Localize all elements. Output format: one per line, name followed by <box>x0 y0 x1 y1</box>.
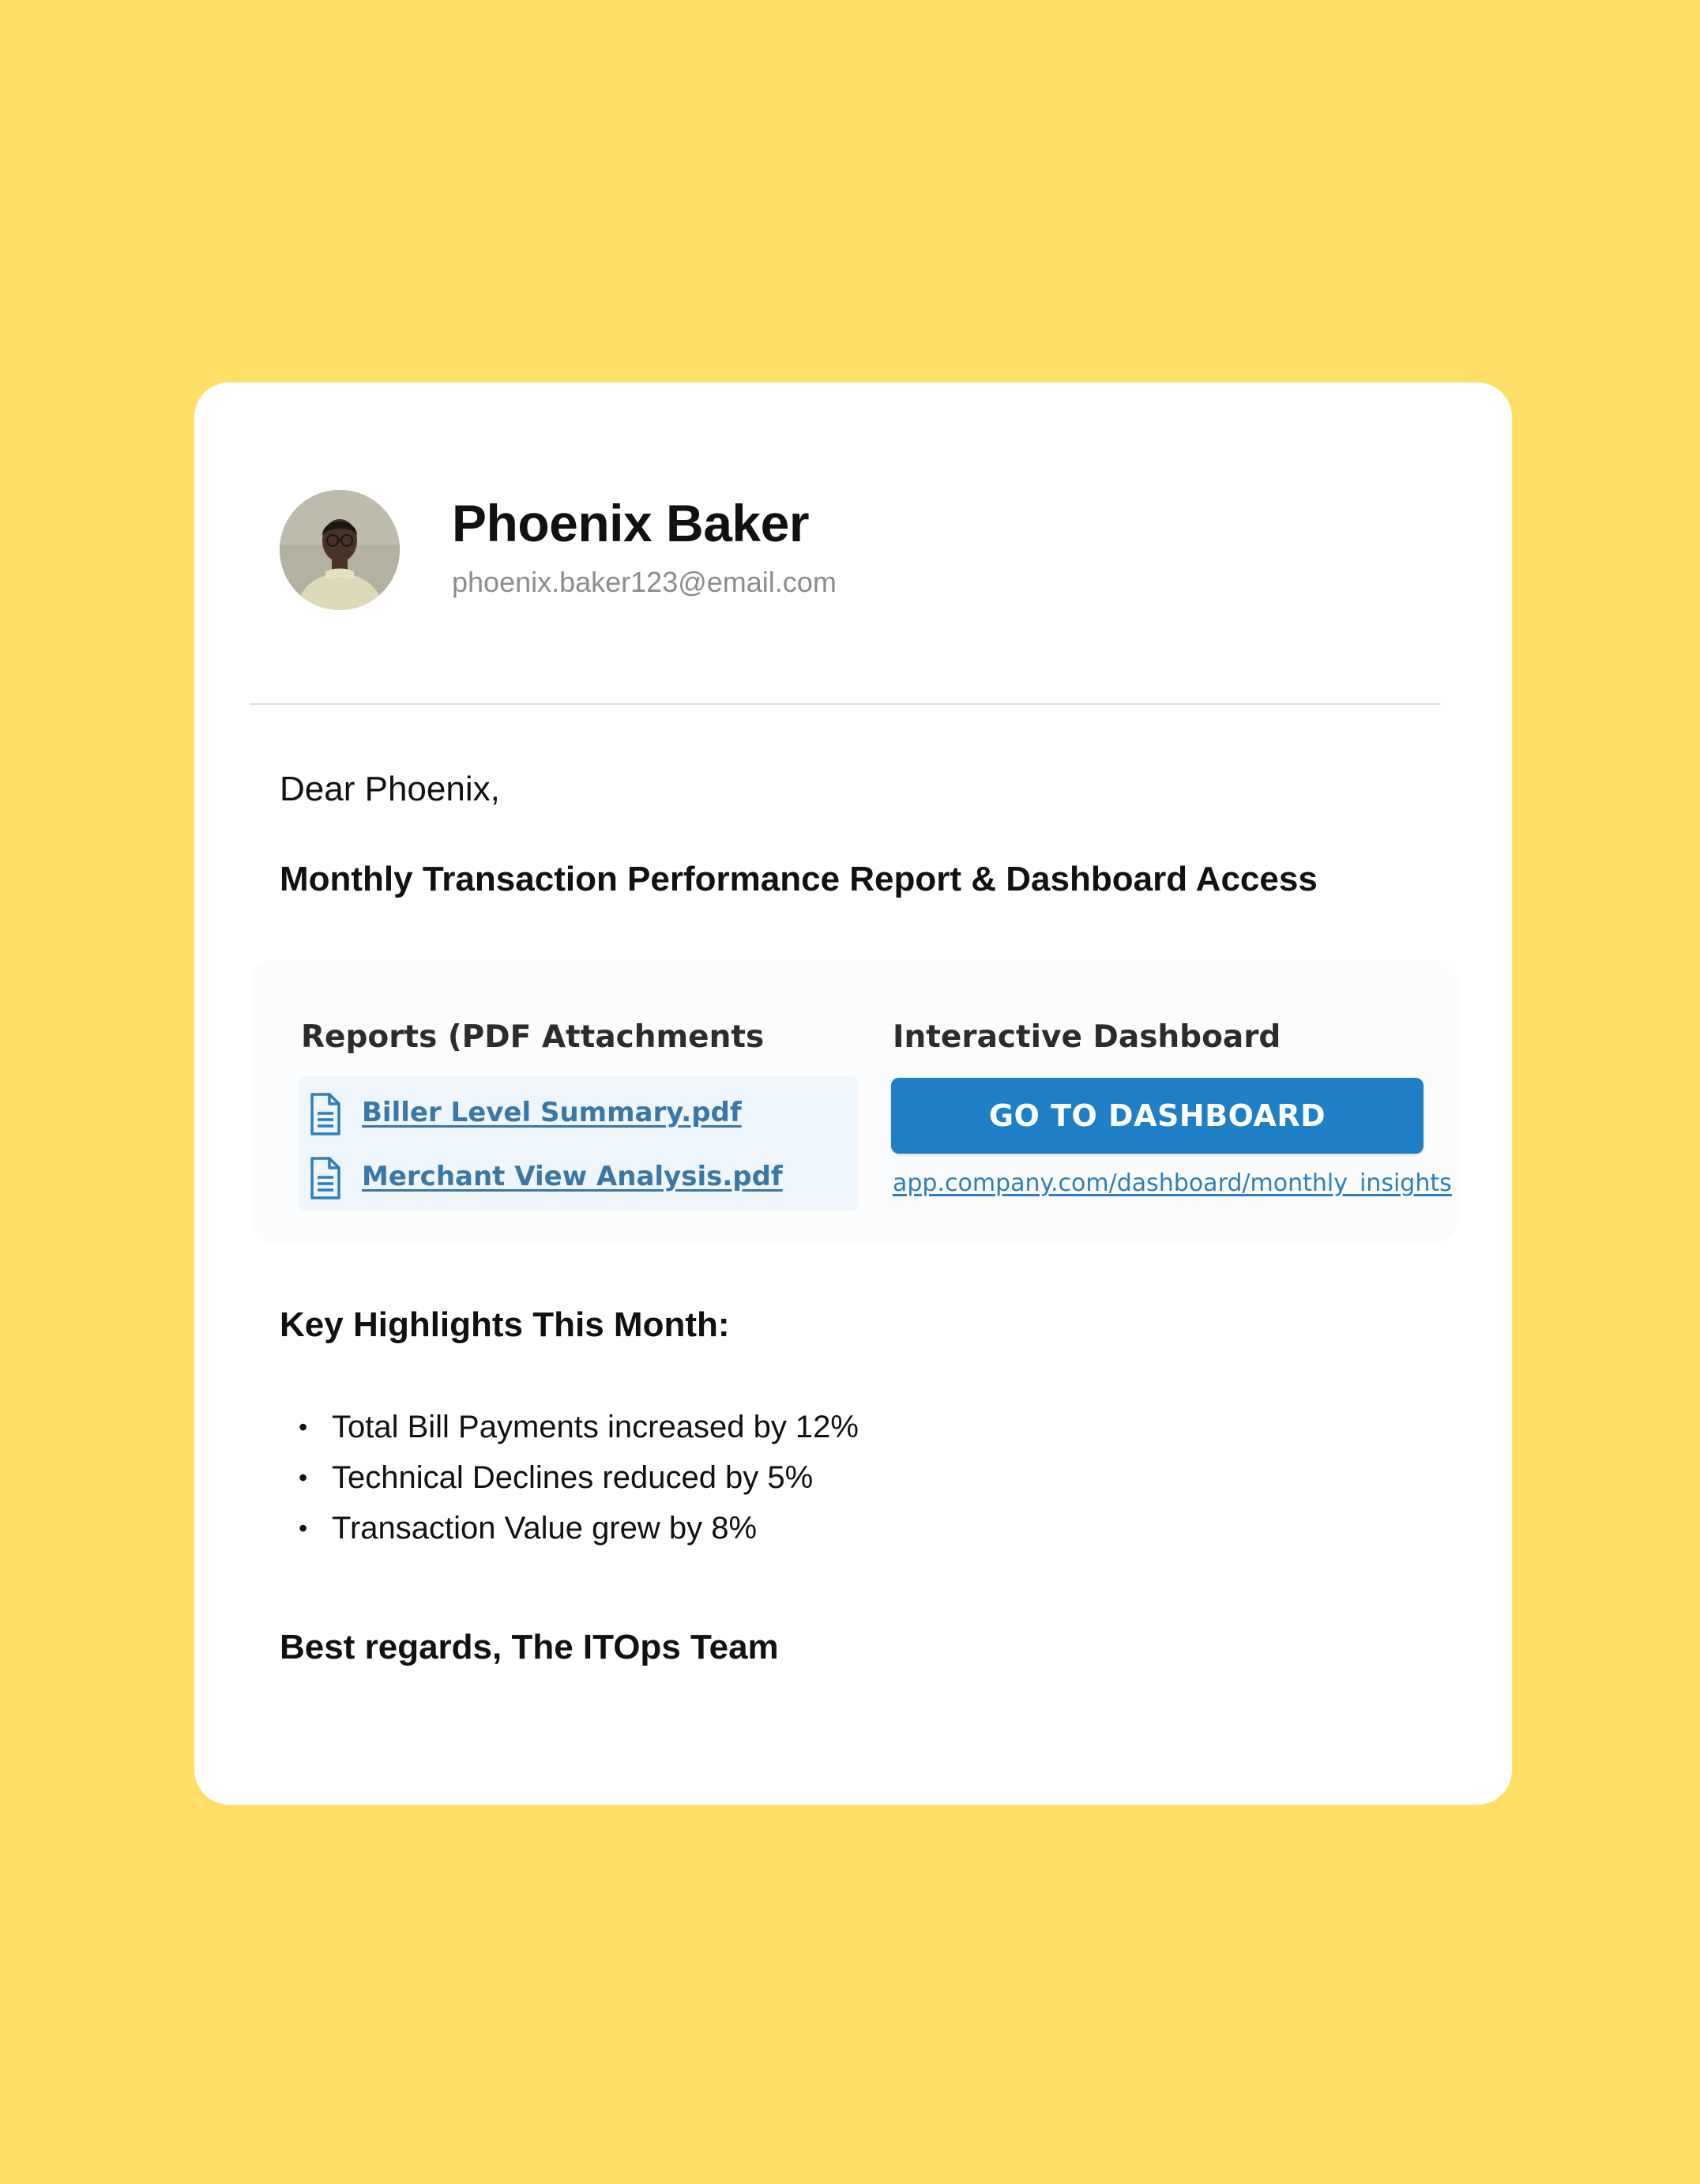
list-item: • Transaction Value grew by 8% <box>299 1503 859 1553</box>
document-icon <box>310 1093 340 1135</box>
dashboard-section-title: Interactive Dashboard <box>893 1019 1281 1055</box>
header-divider <box>250 703 1441 705</box>
list-item: • Technical Declines reduced by 5% <box>299 1452 859 1503</box>
bullet-icon: • <box>299 1463 308 1492</box>
avatar <box>280 490 400 610</box>
sender-name: Phoenix Baker <box>452 494 810 552</box>
dashboard-url-link[interactable]: app.company.com/dashboard/monthly_insigh… <box>893 1169 1452 1197</box>
go-to-dashboard-button[interactable]: GO TO DASHBOARD <box>891 1078 1424 1154</box>
greeting: Dear Phoenix, <box>280 770 500 808</box>
highlight-text: Technical Declines reduced by 5% <box>332 1460 814 1495</box>
document-icon <box>310 1157 340 1199</box>
list-item: • Total Bill Payments increased by 12% <box>299 1402 859 1452</box>
sender-email[interactable]: phoenix.baker123@email.com <box>452 566 837 599</box>
highlights-list: • Total Bill Payments increased by 12% •… <box>299 1402 859 1553</box>
attachment-link-biller-summary[interactable]: Biller Level Summary.pdf <box>362 1097 742 1128</box>
highlight-text: Total Bill Payments increased by 12% <box>332 1410 859 1444</box>
email-signoff: Best regards, The ITOps Team <box>280 1628 779 1666</box>
reports-section-title: Reports (PDF Attachments <box>301 1019 765 1055</box>
highlights-title: Key Highlights This Month: <box>280 1305 730 1344</box>
attachments-list: Biller Level Summary.pdf Merchant View A… <box>299 1076 858 1211</box>
email-subject: Monthly Transaction Performance Report &… <box>280 860 1318 898</box>
attachment-item[interactable]: Merchant View Analysis.pdf <box>299 1150 858 1205</box>
highlight-text: Transaction Value grew by 8% <box>332 1511 758 1546</box>
email-card: Phoenix Baker phoenix.baker123@email.com… <box>194 382 1512 1805</box>
attachment-item[interactable]: Biller Level Summary.pdf <box>299 1086 858 1141</box>
attachment-link-merchant-analysis[interactable]: Merchant View Analysis.pdf <box>362 1161 783 1192</box>
bullet-icon: • <box>299 1413 308 1441</box>
bullet-icon: • <box>299 1514 308 1542</box>
